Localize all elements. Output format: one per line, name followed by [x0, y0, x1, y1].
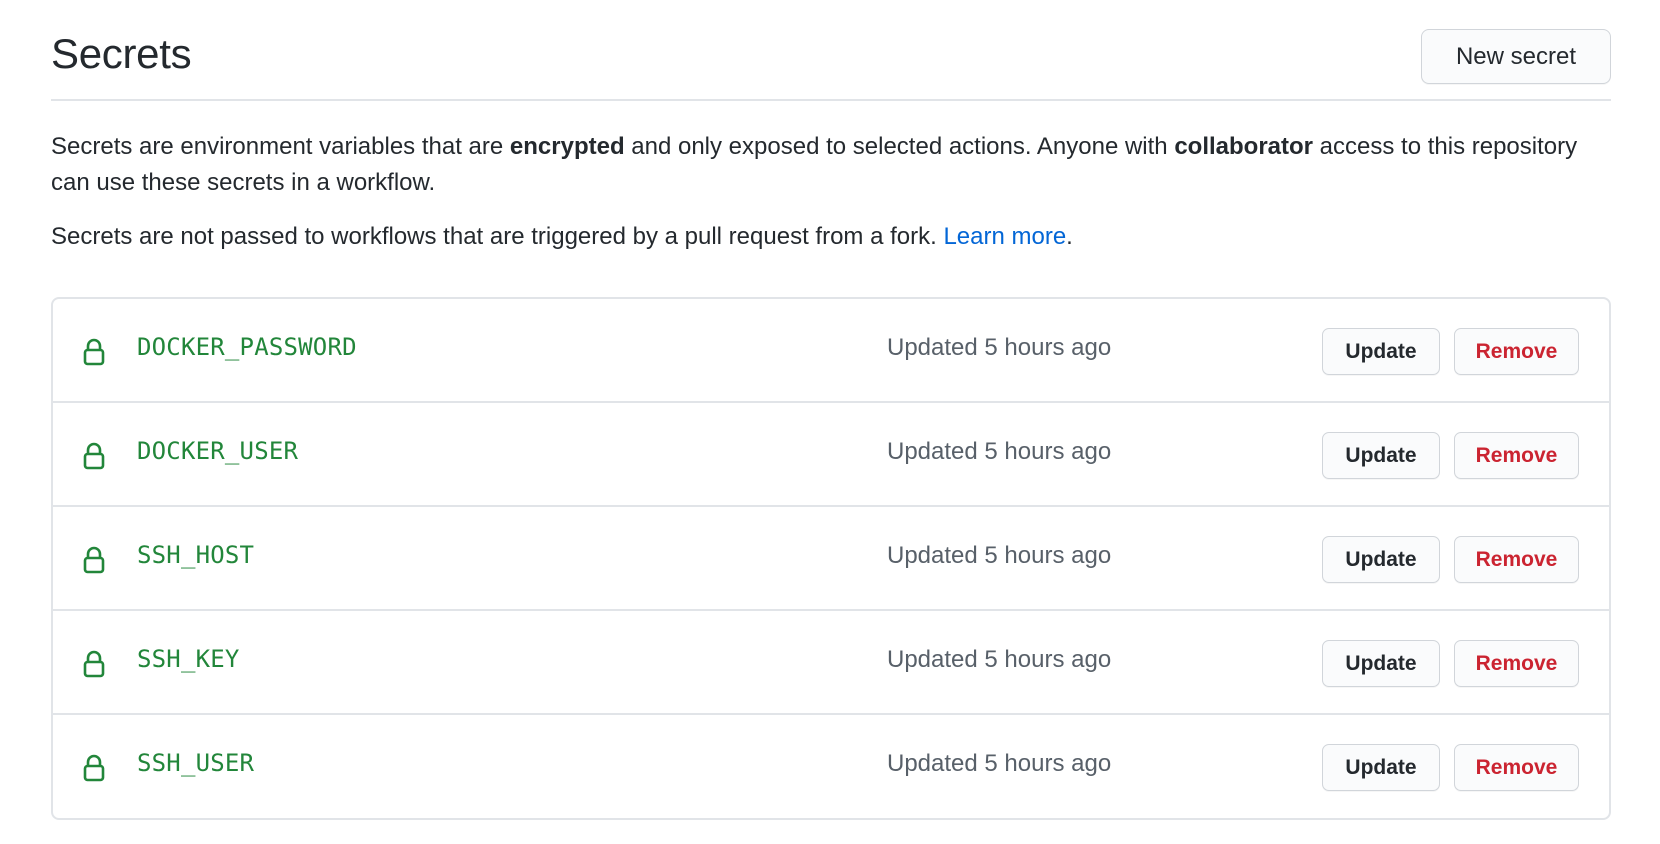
update-button[interactable]: Update [1322, 328, 1440, 375]
update-button[interactable]: Update [1322, 432, 1440, 479]
secret-updated-time: Updated 5 hours ago [887, 750, 1112, 777]
update-button[interactable]: Update [1322, 640, 1440, 687]
remove-button[interactable]: Remove [1454, 536, 1579, 583]
remove-button[interactable]: Remove [1454, 432, 1579, 479]
secret-name: SSH_KEY [137, 645, 240, 673]
remove-button[interactable]: Remove [1454, 328, 1579, 375]
description-bold-encrypted: encrypted [509, 133, 625, 160]
secret-row: SSH_KEY Updated 5 hours ago Update Remov… [53, 611, 1609, 715]
lock-icon [83, 546, 105, 574]
secret-name: DOCKER_PASSWORD [137, 333, 357, 361]
secret-row: DOCKER_PASSWORD Updated 5 hours ago Upda… [53, 299, 1609, 403]
learn-more-link[interactable]: Learn more [943, 223, 1066, 250]
fork-notice: Secrets are not passed to workflows that… [51, 219, 1611, 255]
secret-name: SSH_USER [137, 749, 255, 777]
secret-row: DOCKER_USER Updated 5 hours ago Update R… [53, 403, 1609, 507]
update-button[interactable]: Update [1322, 744, 1440, 791]
secret-updated-time: Updated 5 hours ago [887, 334, 1112, 361]
description-text: Secrets are environment variables that a… [51, 133, 510, 160]
secrets-description: Secrets are environment variables that a… [51, 129, 1611, 201]
page-header: Secrets New secret [51, 0, 1611, 101]
secret-row: SSH_HOST Updated 5 hours ago Update Remo… [53, 507, 1609, 611]
secret-row: SSH_USER Updated 5 hours ago Update Remo… [53, 715, 1609, 818]
description-text: and only exposed to selected actions. An… [624, 133, 1175, 160]
secret-name: SSH_HOST [137, 541, 255, 569]
secrets-list: DOCKER_PASSWORD Updated 5 hours ago Upda… [51, 297, 1611, 820]
lock-icon [83, 754, 105, 782]
secret-updated-time: Updated 5 hours ago [887, 542, 1112, 569]
secret-updated-time: Updated 5 hours ago [887, 646, 1112, 673]
fork-notice-text: Secrets are not passed to workflows that… [51, 223, 944, 250]
lock-icon [83, 442, 105, 470]
lock-icon [83, 650, 105, 678]
remove-button[interactable]: Remove [1454, 744, 1579, 791]
secrets-page: Secrets New secret Secrets are environme… [51, 0, 1611, 820]
secret-updated-time: Updated 5 hours ago [887, 438, 1112, 465]
lock-icon [83, 338, 105, 366]
update-button[interactable]: Update [1322, 536, 1440, 583]
remove-button[interactable]: Remove [1454, 640, 1579, 687]
description-bold-collaborator: collaborator [1174, 133, 1314, 160]
fork-notice-period: . [1066, 223, 1073, 250]
new-secret-button[interactable]: New secret [1421, 29, 1611, 84]
secret-name: DOCKER_USER [137, 437, 299, 465]
page-title: Secrets [51, 30, 192, 77]
